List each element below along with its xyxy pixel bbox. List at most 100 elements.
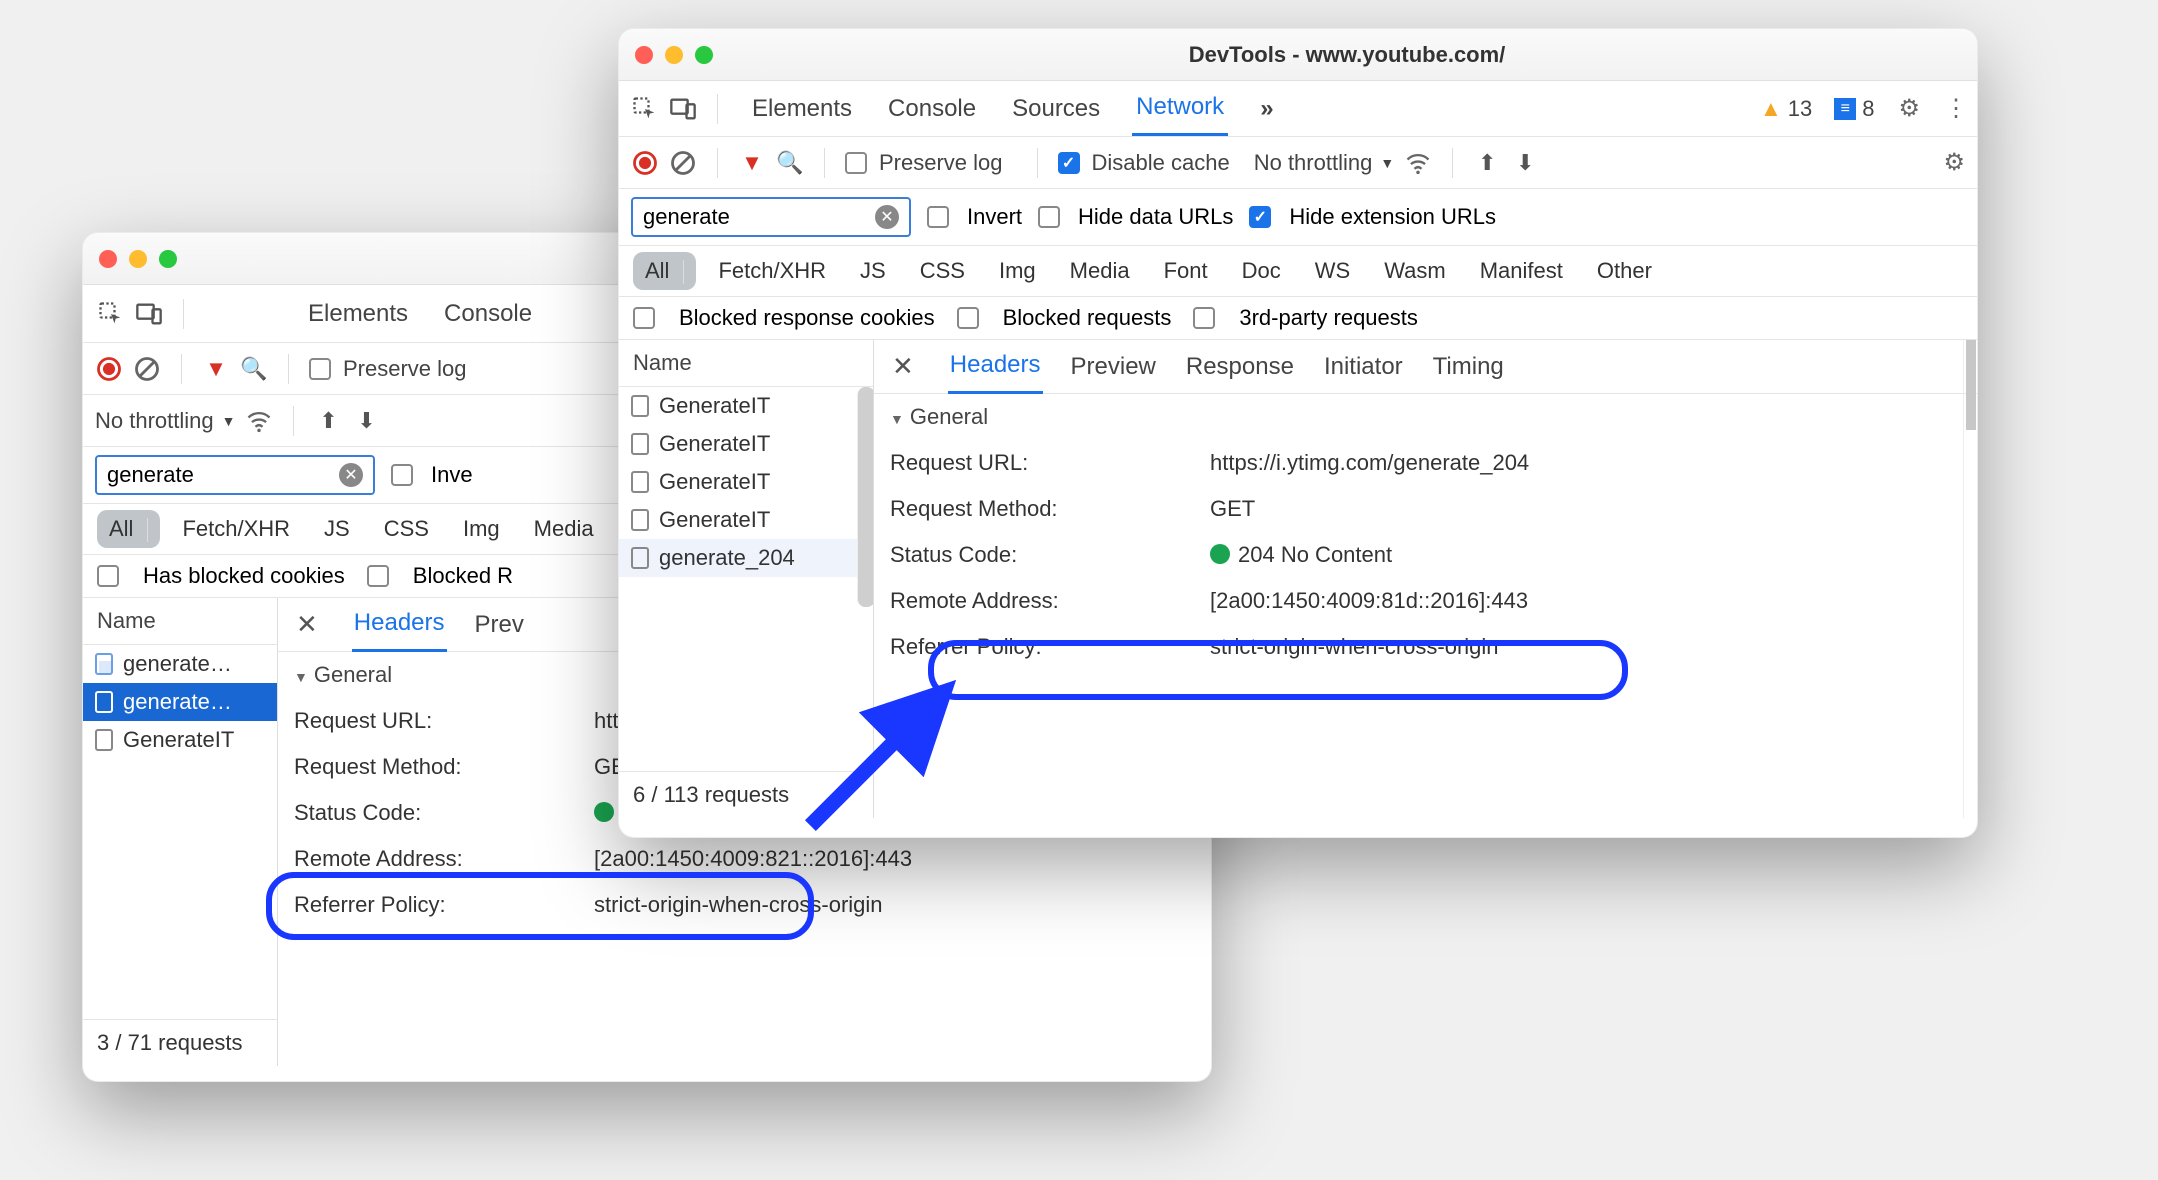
settings-icon[interactable]: ⚙: [1898, 94, 1920, 123]
export-har-icon[interactable]: ⬇︎: [352, 407, 380, 435]
filter-icon[interactable]: ▼: [738, 149, 766, 177]
extra-filters: Blocked response cookies Blocked request…: [619, 297, 1977, 340]
request-row[interactable]: generate_204: [619, 539, 873, 577]
request-name: generate…: [123, 651, 232, 677]
dtab-preview[interactable]: Prev: [473, 599, 526, 651]
search-icon[interactable]: 🔍: [776, 149, 804, 177]
request-row[interactable]: GenerateIT: [83, 721, 277, 759]
inspect-icon[interactable]: [97, 300, 125, 328]
column-name[interactable]: Name: [83, 598, 277, 645]
inspect-icon[interactable]: [631, 95, 659, 123]
request-row[interactable]: generate…: [83, 645, 277, 683]
filter-input[interactable]: generate ✕: [631, 197, 911, 237]
device-toolbar-icon[interactable]: [135, 300, 163, 328]
dtab-preview[interactable]: Preview: [1069, 341, 1158, 393]
chip-js[interactable]: JS: [848, 252, 898, 290]
preserve-log-checkbox[interactable]: [845, 152, 867, 174]
chip-wasm[interactable]: Wasm: [1372, 252, 1458, 290]
hide-extension-urls-checkbox[interactable]: [1249, 206, 1271, 228]
hide-data-urls-checkbox[interactable]: [1038, 206, 1060, 228]
chip-img[interactable]: Img: [451, 510, 512, 548]
tab-console[interactable]: Console: [440, 288, 536, 340]
record-icon[interactable]: [95, 355, 123, 383]
preserve-log-checkbox[interactable]: [309, 358, 331, 380]
scrollbar[interactable]: [1963, 340, 1977, 818]
third-party-checkbox[interactable]: [1193, 307, 1215, 329]
minimize-window-icon[interactable]: [665, 46, 683, 64]
chip-ws[interactable]: WS: [1303, 252, 1362, 290]
chip-all[interactable]: All: [633, 252, 696, 290]
chip-media[interactable]: Media: [1058, 252, 1142, 290]
tab-sources[interactable]: Sources: [1008, 83, 1104, 135]
close-detail-icon[interactable]: ✕: [890, 339, 916, 394]
network-settings-icon[interactable]: ⚙: [1943, 148, 1965, 177]
close-window-icon[interactable]: [99, 250, 117, 268]
chip-fetch[interactable]: Fetch/XHR: [706, 252, 838, 290]
tab-elements[interactable]: Elements: [748, 83, 856, 135]
dtab-response[interactable]: Response: [1184, 341, 1296, 393]
filter-icon[interactable]: ▼: [202, 355, 230, 383]
more-menu-icon[interactable]: ⋮: [1944, 94, 1965, 123]
chip-css[interactable]: CSS: [372, 510, 441, 548]
request-row[interactable]: GenerateIT: [619, 425, 873, 463]
chip-font[interactable]: Font: [1152, 252, 1220, 290]
clear-filter-icon[interactable]: ✕: [339, 463, 363, 487]
dtab-timing[interactable]: Timing: [1431, 341, 1506, 393]
chip-fetch[interactable]: Fetch/XHR: [170, 510, 302, 548]
import-har-icon[interactable]: ⬆︎: [1473, 149, 1501, 177]
tab-network[interactable]: Network: [1132, 81, 1228, 136]
disable-cache-checkbox[interactable]: [1058, 152, 1080, 174]
throttling-select[interactable]: No throttling ▼: [1254, 150, 1394, 176]
invert-checkbox[interactable]: [391, 464, 413, 486]
clear-icon[interactable]: [133, 355, 161, 383]
more-tabs-icon[interactable]: »: [1256, 83, 1277, 135]
chip-manifest[interactable]: Manifest: [1468, 252, 1575, 290]
chip-doc[interactable]: Doc: [1230, 252, 1293, 290]
close-window-icon[interactable]: [635, 46, 653, 64]
request-name: GenerateIT: [659, 393, 770, 419]
chip-css[interactable]: CSS: [908, 252, 977, 290]
column-name[interactable]: Name: [619, 340, 873, 387]
request-row[interactable]: GenerateIT: [619, 387, 873, 425]
blocked-requests-checkbox[interactable]: [367, 565, 389, 587]
clear-filter-icon[interactable]: ✕: [875, 205, 899, 229]
request-row[interactable]: GenerateIT: [619, 501, 873, 539]
general-section[interactable]: General: [874, 394, 1977, 440]
chip-all[interactable]: All: [97, 510, 160, 548]
dtab-headers[interactable]: Headers: [948, 339, 1043, 394]
blocked-requests-checkbox[interactable]: [957, 307, 979, 329]
record-icon[interactable]: [631, 149, 659, 177]
request-row[interactable]: generate…: [83, 683, 277, 721]
filter-input[interactable]: generate ✕: [95, 455, 375, 495]
network-toolbar: ▼ 🔍 Preserve log Disable cache No thrott…: [619, 137, 1977, 189]
titlebar[interactable]: DevTools - www.youtube.com/: [619, 29, 1977, 81]
minimize-window-icon[interactable]: [129, 250, 147, 268]
has-blocked-cookies-checkbox[interactable]: [97, 565, 119, 587]
close-detail-icon[interactable]: ✕: [294, 597, 320, 652]
tab-elements[interactable]: Elements: [304, 288, 412, 340]
maximize-window-icon[interactable]: [159, 250, 177, 268]
dtab-initiator[interactable]: Initiator: [1322, 341, 1405, 393]
issues-badge[interactable]: ▲ 13: [1760, 96, 1812, 122]
scrollbar[interactable]: [857, 387, 873, 607]
throttling-select[interactable]: No throttling ▼: [95, 408, 235, 434]
maximize-window-icon[interactable]: [695, 46, 713, 64]
dtab-headers[interactable]: Headers: [352, 597, 447, 652]
blocked-cookies-checkbox[interactable]: [633, 307, 655, 329]
search-icon[interactable]: 🔍: [240, 355, 268, 383]
import-har-icon[interactable]: ⬆︎: [314, 407, 342, 435]
header-value: GET: [1194, 486, 1977, 532]
tab-console[interactable]: Console: [884, 83, 980, 135]
invert-checkbox[interactable]: [927, 206, 949, 228]
network-conditions-icon[interactable]: [245, 407, 273, 435]
network-conditions-icon[interactable]: [1404, 149, 1432, 177]
device-toolbar-icon[interactable]: [669, 95, 697, 123]
chip-img[interactable]: Img: [987, 252, 1048, 290]
chip-other[interactable]: Other: [1585, 252, 1664, 290]
messages-badge[interactable]: ≡ 8: [1834, 96, 1874, 122]
chip-js[interactable]: JS: [312, 510, 362, 548]
clear-icon[interactable]: [669, 149, 697, 177]
request-row[interactable]: GenerateIT: [619, 463, 873, 501]
chip-media[interactable]: Media: [522, 510, 606, 548]
export-har-icon[interactable]: ⬇︎: [1511, 149, 1539, 177]
